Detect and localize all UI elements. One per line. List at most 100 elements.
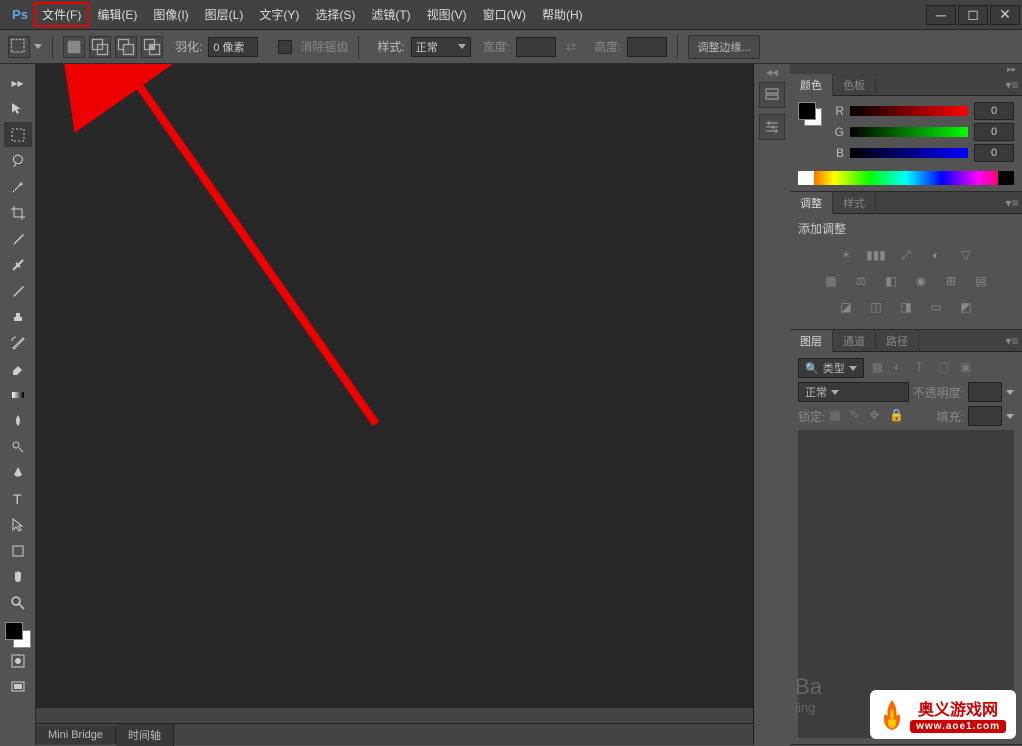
adjustments-tab[interactable]: 调整 <box>790 192 833 214</box>
antialias-checkbox[interactable] <box>278 40 292 54</box>
tool-preset-dropdown-icon[interactable] <box>34 44 42 49</box>
brightness-icon[interactable]: ☀ <box>836 245 856 265</box>
g-slider[interactable] <box>850 127 968 137</box>
canvas-area[interactable]: Mini Bridge 时间轴 <box>36 64 754 745</box>
channels-tab[interactable]: 通道 <box>833 330 876 352</box>
filter-smart-icon[interactable]: ▣ <box>960 360 976 376</box>
b-value-input[interactable] <box>974 144 1014 162</box>
lock-position-icon[interactable]: ✥ <box>869 408 885 424</box>
clone-stamp-tool[interactable] <box>4 304 32 329</box>
channel-mixer-icon[interactable]: ⊞ <box>941 271 961 291</box>
photo-filter-icon[interactable]: ◉ <box>911 271 931 291</box>
height-input[interactable] <box>627 37 667 57</box>
lock-all-icon[interactable]: 🔒 <box>889 408 905 424</box>
zoom-tool[interactable] <box>4 590 32 615</box>
subtract-selection-icon[interactable] <box>115 36 137 58</box>
filter-adjustment-icon[interactable]: ◐ <box>894 360 910 376</box>
color-spectrum[interactable] <box>798 171 1014 185</box>
threshold-icon[interactable]: ◨ <box>896 297 916 317</box>
b-slider[interactable] <box>850 148 968 158</box>
eyedropper-tool[interactable] <box>4 226 32 251</box>
vibrance-icon[interactable]: ▽ <box>956 245 976 265</box>
lock-transparency-icon[interactable]: ▦ <box>829 408 845 424</box>
history-brush-tool[interactable] <box>4 330 32 355</box>
brush-tool[interactable] <box>4 278 32 303</box>
maximize-button[interactable]: ◻ <box>958 5 988 25</box>
menu-filter[interactable]: 滤镜(T) <box>363 2 418 27</box>
shape-tool[interactable] <box>4 538 32 563</box>
width-input[interactable] <box>516 37 556 57</box>
r-value-input[interactable] <box>974 102 1014 120</box>
blend-mode-select[interactable]: 正常 <box>798 382 909 402</box>
swatches-tab[interactable]: 色板 <box>833 74 876 96</box>
tool-preset-icon[interactable] <box>8 36 30 58</box>
intersect-selection-icon[interactable] <box>141 36 163 58</box>
filter-pixel-icon[interactable]: ▦ <box>872 360 888 376</box>
exposure-icon[interactable]: ◐ <box>926 245 946 265</box>
fill-dropdown-icon[interactable] <box>1006 414 1014 419</box>
color-lookup-icon[interactable]: ▤ <box>971 271 991 291</box>
path-selection-tool[interactable] <box>4 512 32 537</box>
menu-file[interactable]: 文件(F) <box>34 2 89 27</box>
menu-edit[interactable]: 编辑(E) <box>89 2 145 27</box>
horizontal-scrollbar[interactable] <box>36 707 753 723</box>
invert-icon[interactable]: ◪ <box>836 297 856 317</box>
menu-window[interactable]: 窗口(W) <box>475 2 534 27</box>
color-panel-menu-icon[interactable]: ▾≡ <box>1002 78 1022 92</box>
screen-mode-tool[interactable] <box>4 674 32 699</box>
healing-brush-tool[interactable] <box>4 252 32 277</box>
marquee-tool[interactable] <box>4 122 32 147</box>
curves-icon[interactable]: ⤢ <box>896 245 916 265</box>
foreground-color-swatch[interactable] <box>5 622 23 640</box>
menu-type[interactable]: 文字(Y) <box>251 2 307 27</box>
expand-tools-icon[interactable]: ▸▸ <box>4 70 32 95</box>
quick-mask-tool[interactable] <box>4 648 32 673</box>
eraser-tool[interactable] <box>4 356 32 381</box>
color-balance-icon[interactable]: ⚖ <box>851 271 871 291</box>
r-slider[interactable] <box>850 106 968 116</box>
mini-bridge-tab[interactable]: Mini Bridge <box>36 726 116 744</box>
type-tool[interactable]: T <box>4 486 32 511</box>
menu-select[interactable]: 选择(S) <box>307 2 363 27</box>
magic-wand-tool[interactable] <box>4 174 32 199</box>
timeline-tab[interactable]: 时间轴 <box>116 724 174 746</box>
adjustments-panel-menu-icon[interactable]: ▾≡ <box>1002 196 1022 210</box>
lasso-tool[interactable] <box>4 148 32 173</box>
menu-image[interactable]: 图像(I) <box>145 2 196 27</box>
hue-icon[interactable]: ▦ <box>821 271 841 291</box>
history-panel-icon[interactable] <box>759 82 785 108</box>
dodge-tool[interactable] <box>4 434 32 459</box>
gradient-tool[interactable] <box>4 382 32 407</box>
opacity-dropdown-icon[interactable] <box>1006 390 1014 395</box>
color-tab[interactable]: 颜色 <box>790 74 833 96</box>
menu-layer[interactable]: 图层(L) <box>197 2 252 27</box>
crop-tool[interactable] <box>4 200 32 225</box>
hand-tool[interactable] <box>4 564 32 589</box>
selective-color-icon[interactable]: ◩ <box>956 297 976 317</box>
posterize-icon[interactable]: ◫ <box>866 297 886 317</box>
move-tool[interactable] <box>4 96 32 121</box>
gradient-map-icon[interactable]: ▭ <box>926 297 946 317</box>
add-selection-icon[interactable] <box>89 36 111 58</box>
collapse-panels-icon[interactable]: ▸▸ <box>1007 64 1016 75</box>
refine-edge-button[interactable]: 调整边缘... <box>688 35 759 59</box>
lock-pixels-icon[interactable]: ✎ <box>849 408 865 424</box>
layers-tab[interactable]: 图层 <box>790 330 833 352</box>
fill-input[interactable] <box>968 406 1002 426</box>
bw-icon[interactable]: ◧ <box>881 271 901 291</box>
collapse-dock-icon[interactable]: ◂◂ <box>762 68 782 76</box>
color-panel-swatches[interactable] <box>798 102 822 126</box>
filter-shape-icon[interactable]: ▢ <box>938 360 954 376</box>
opacity-input[interactable] <box>968 382 1002 402</box>
levels-icon[interactable]: ▮▮▮ <box>866 245 886 265</box>
feather-input[interactable] <box>208 37 258 57</box>
blur-tool[interactable] <box>4 408 32 433</box>
properties-panel-icon[interactable] <box>759 114 785 140</box>
g-value-input[interactable] <box>974 123 1014 141</box>
minimize-button[interactable]: ─ <box>926 5 956 25</box>
pen-tool[interactable] <box>4 460 32 485</box>
filter-type-icon[interactable]: T <box>916 360 932 376</box>
swap-icon[interactable]: ⇄ <box>566 40 576 54</box>
paths-tab[interactable]: 路径 <box>876 330 919 352</box>
menu-help[interactable]: 帮助(H) <box>534 2 591 27</box>
